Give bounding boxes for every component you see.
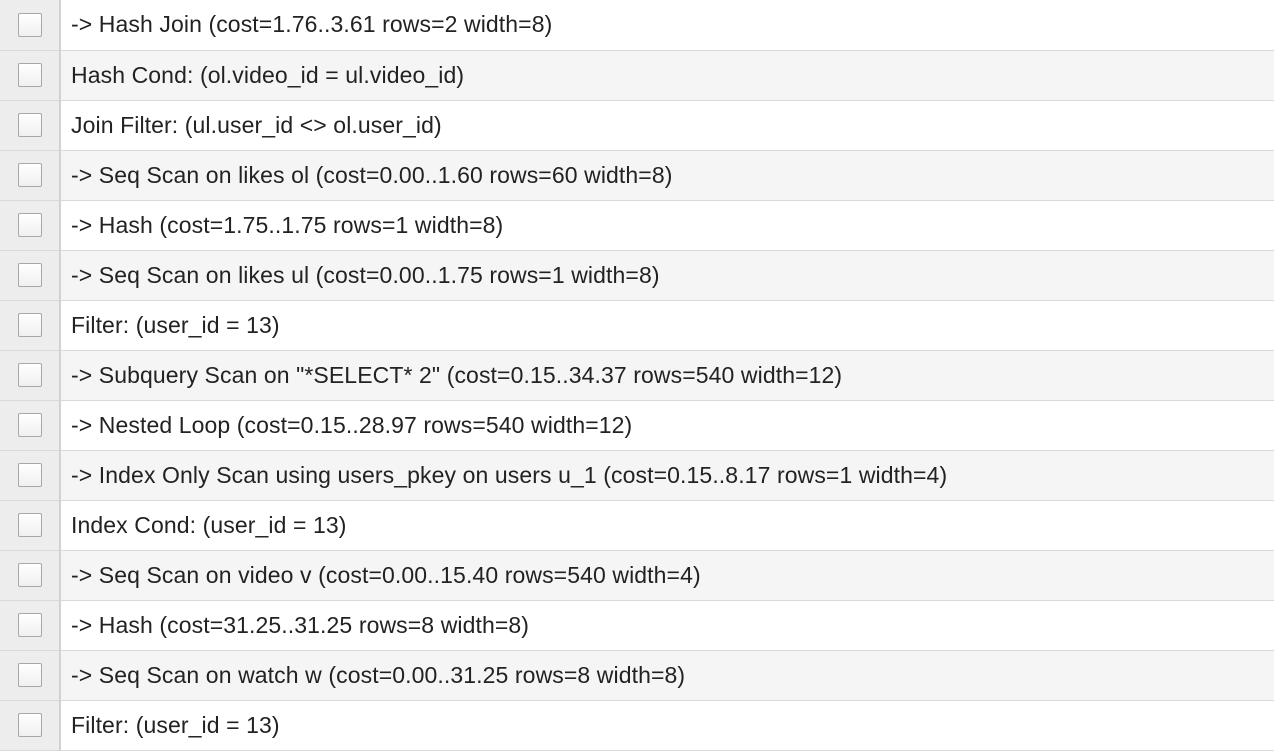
plan-line-cell: -> Hash (cost=1.75..1.75 rows=1 width=8) xyxy=(60,200,1274,251)
query-plan-table: -> Hash Join (cost=1.76..3.61 rows=2 wid… xyxy=(0,0,1274,751)
plan-line-cell: -> Seq Scan on likes ul (cost=0.00..1.75… xyxy=(60,250,1274,301)
table-row: -> Seq Scan on likes ol (cost=0.00..1.60… xyxy=(0,150,1274,201)
row-select-cell xyxy=(0,500,61,551)
row-select-cell xyxy=(0,400,61,451)
row-checkbox[interactable] xyxy=(17,213,42,237)
table-row: -> Hash Join (cost=1.76..3.61 rows=2 wid… xyxy=(0,0,1274,51)
row-checkbox[interactable] xyxy=(17,163,42,187)
row-select-cell xyxy=(0,600,61,651)
row-select-cell xyxy=(0,350,61,401)
plan-line-cell: -> Seq Scan on video v (cost=0.00..15.40… xyxy=(60,550,1274,601)
table-row: -> Seq Scan on likes ul (cost=0.00..1.75… xyxy=(0,250,1274,301)
plan-line-cell: -> Index Only Scan using users_pkey on u… xyxy=(60,450,1274,501)
row-checkbox[interactable] xyxy=(17,12,42,37)
row-select-cell xyxy=(0,50,61,101)
plan-line-cell: -> Subquery Scan on "*SELECT* 2" (cost=0… xyxy=(60,350,1274,401)
row-select-cell xyxy=(0,450,61,501)
row-select-cell xyxy=(0,250,61,301)
row-select-cell xyxy=(0,300,61,351)
table-row: -> Hash (cost=31.25..31.25 rows=8 width=… xyxy=(0,600,1274,651)
row-select-cell xyxy=(0,100,61,151)
row-checkbox[interactable] xyxy=(17,263,42,287)
row-checkbox[interactable] xyxy=(17,713,42,737)
table-row: -> Hash (cost=1.75..1.75 rows=1 width=8) xyxy=(0,200,1274,251)
row-select-cell xyxy=(0,650,61,701)
row-checkbox[interactable] xyxy=(17,413,42,437)
table-row: Join Filter: (ul.user_id <> ol.user_id) xyxy=(0,100,1274,151)
table-row: Index Cond: (user_id = 13) xyxy=(0,500,1274,551)
row-select-cell xyxy=(0,200,61,251)
table-row: -> Seq Scan on watch w (cost=0.00..31.25… xyxy=(0,650,1274,701)
row-checkbox[interactable] xyxy=(17,463,42,487)
row-checkbox[interactable] xyxy=(17,563,42,587)
row-checkbox[interactable] xyxy=(17,313,42,337)
plan-line-cell: Filter: (user_id = 13) xyxy=(60,700,1274,751)
plan-line-cell: Join Filter: (ul.user_id <> ol.user_id) xyxy=(60,100,1274,151)
row-checkbox[interactable] xyxy=(17,613,42,637)
plan-line-cell: -> Seq Scan on watch w (cost=0.00..31.25… xyxy=(60,650,1274,701)
query-plan-body: -> Hash Join (cost=1.76..3.61 rows=2 wid… xyxy=(0,0,1274,751)
row-checkbox[interactable] xyxy=(17,513,42,537)
row-select-cell xyxy=(0,700,61,751)
row-select-cell xyxy=(0,150,61,201)
plan-line-cell: Filter: (user_id = 13) xyxy=(60,300,1274,351)
table-row: -> Index Only Scan using users_pkey on u… xyxy=(0,450,1274,501)
row-checkbox[interactable] xyxy=(17,363,42,387)
plan-line-cell: -> Nested Loop (cost=0.15..28.97 rows=54… xyxy=(60,400,1274,451)
row-checkbox[interactable] xyxy=(17,63,42,87)
plan-line-cell: -> Hash (cost=31.25..31.25 rows=8 width=… xyxy=(60,600,1274,651)
row-select-cell xyxy=(0,550,61,601)
plan-line-cell: Hash Cond: (ol.video_id = ul.video_id) xyxy=(60,50,1274,101)
table-row: -> Nested Loop (cost=0.15..28.97 rows=54… xyxy=(0,400,1274,451)
table-row: Hash Cond: (ol.video_id = ul.video_id) xyxy=(0,50,1274,101)
row-checkbox[interactable] xyxy=(17,663,42,687)
table-row: -> Seq Scan on video v (cost=0.00..15.40… xyxy=(0,550,1274,601)
row-select-cell xyxy=(0,0,61,51)
plan-line-cell: -> Hash Join (cost=1.76..3.61 rows=2 wid… xyxy=(60,0,1274,51)
plan-line-cell: -> Seq Scan on likes ol (cost=0.00..1.60… xyxy=(60,150,1274,201)
row-checkbox[interactable] xyxy=(17,113,42,137)
table-row: Filter: (user_id = 13) xyxy=(0,700,1274,751)
plan-line-cell: Index Cond: (user_id = 13) xyxy=(60,500,1274,551)
table-row: Filter: (user_id = 13) xyxy=(0,300,1274,351)
table-row: -> Subquery Scan on "*SELECT* 2" (cost=0… xyxy=(0,350,1274,401)
